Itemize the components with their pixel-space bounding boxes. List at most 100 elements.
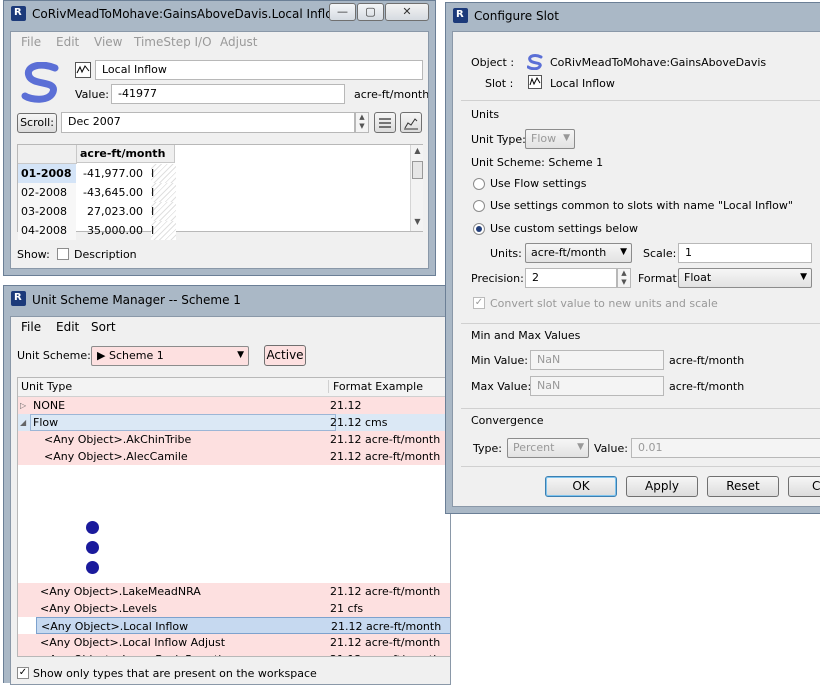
radio-use-flow[interactable] (473, 178, 485, 190)
table-row[interactable]: 01-2008 -41,977.00 I (18, 164, 410, 183)
table-row[interactable]: 03-2008 27,023.00 I (18, 202, 410, 221)
ok-button[interactable]: OK (545, 476, 617, 497)
scroll-thumb[interactable] (412, 161, 423, 179)
row-value[interactable]: -41,977.00 (77, 164, 143, 183)
table-corner (18, 145, 77, 164)
scale-field[interactable]: 1 (678, 243, 812, 263)
close-button[interactable]: ✕ (385, 3, 429, 21)
format-example: 21.12 cms (330, 416, 388, 429)
tree-row[interactable]: <Any Object>.AlecCamile 21.12 acre-ft/mon… (18, 448, 450, 465)
ellipsis-dot (86, 561, 99, 574)
slot-window-titlebar[interactable]: CoRivMeadToMohave:GainsAboveDavis.Local … (4, 1, 435, 29)
active-button[interactable]: Active (264, 345, 306, 366)
slot-name-field[interactable]: Local Inflow (95, 60, 423, 80)
value-field[interactable]: -41977 (111, 84, 345, 104)
unit-type-select[interactable]: Flow ▼ (525, 129, 575, 149)
tree-row[interactable]: <Any Object>.LakeMeadNRA 21.12 acre-ft/mo… (18, 583, 450, 600)
max-value-field[interactable]: NaN (530, 376, 664, 396)
convergence-value-field[interactable]: 0.01 (631, 438, 820, 458)
format-example: 21.12 acre-ft/month (330, 651, 440, 656)
convergence-type-select[interactable]: Percent ▼ (507, 438, 589, 458)
chevron-down-icon: ▼ (800, 272, 807, 282)
menu-adjust[interactable]: Adjust (220, 35, 258, 49)
menu-view[interactable]: View (94, 35, 122, 49)
tree-row[interactable]: <Any Object>.LowerBasinProration 21.12 ac… (18, 651, 450, 656)
radio-use-custom[interactable] (473, 223, 485, 235)
configure-slot-window: Configure Slot Object : CoRivMeadToMohav… (445, 2, 820, 514)
unit-type-name: <Any Object>.Local Inflow Adjust (40, 636, 226, 649)
row-value[interactable]: -43,645.00 (77, 183, 143, 202)
menu-sort[interactable]: Sort (91, 320, 116, 334)
unit-scheme-select[interactable]: ▶ Scheme 1 ▼ (91, 346, 249, 366)
slot-type-icon (528, 75, 542, 89)
object-label: Object : (471, 56, 515, 69)
min-value-field[interactable]: NaN (530, 350, 664, 370)
reset-button[interactable]: Reset (707, 476, 779, 497)
plot-icon[interactable] (400, 112, 422, 133)
units-select[interactable]: acre-ft/month ▼ (525, 243, 632, 263)
minimize-button[interactable]: — (329, 3, 356, 21)
show-only-checkbox[interactable]: ✓ (17, 667, 29, 679)
format-select[interactable]: Float ▼ (678, 268, 812, 288)
min-value-label: Min Value: (471, 354, 528, 367)
chevron-down-icon: ▼ (620, 247, 627, 257)
precision-spinner[interactable]: ▲ ▼ (617, 268, 631, 288)
tree-row[interactable]: <Any Object>.Levels 21 cfs (18, 600, 450, 617)
tree-row[interactable]: <Any Object>.AkChinTribe 21.12 acre-ft/mo… (18, 431, 450, 448)
column-header[interactable]: acre-ft/month (77, 145, 175, 163)
divider (461, 408, 820, 409)
table-scrollbar[interactable]: ▲ ▼ (410, 145, 423, 231)
row-value[interactable]: 35,000.00 (77, 221, 143, 240)
unit-type-name: NONE (33, 399, 66, 412)
precision-label: Precision: (471, 272, 524, 285)
date-spinner[interactable]: ▲ ▼ (355, 112, 369, 133)
divider (461, 323, 820, 324)
convergence-group-title: Convergence (471, 414, 544, 427)
configure-title: Configure Slot (474, 9, 559, 23)
expand-arrow-icon[interactable]: ▷ (20, 397, 26, 414)
maximize-button[interactable]: ▢ (357, 3, 384, 21)
table-row[interactable]: 04-2008 35,000.00 I (18, 221, 410, 240)
radio-use-custom-label: Use custom settings below (490, 222, 638, 235)
slot-table: acre-ft/month 01-2008 -41,977.00 I 02-2008-… (17, 144, 423, 240)
chevron-down-icon: ▼ (237, 350, 244, 360)
precision-field[interactable]: 2 (525, 268, 617, 288)
slot-value: Local Inflow (550, 77, 615, 90)
menu-file[interactable]: File (21, 320, 41, 334)
divider (461, 100, 820, 101)
minmax-group-title: Min and Max Values (471, 329, 581, 342)
collapse-arrow-icon[interactable]: ◢ (20, 414, 26, 431)
col-format-example[interactable]: Format Example (328, 380, 423, 393)
row-value[interactable]: 27,023.00 (77, 202, 143, 221)
tree-row[interactable]: ▷ NONE 21.12 (18, 397, 450, 414)
usm-titlebar[interactable]: Unit Scheme Manager -- Scheme 1 (4, 286, 449, 314)
object-s-icon (527, 54, 543, 70)
chevron-down-icon: ▼ (563, 133, 570, 143)
table-row[interactable]: 02-2008 -43,645.00 I (18, 183, 410, 202)
scroll-up-arrow[interactable]: ▲ (411, 146, 424, 158)
cancel-button[interactable]: Ca (788, 476, 820, 497)
tree-row[interactable]: ◢ Flow 21.12 cms (18, 414, 450, 431)
scroll-date-field[interactable]: Dec 2007 (61, 112, 355, 133)
menu-file[interactable]: File (21, 35, 41, 49)
convert-checkbox[interactable]: ✓ (473, 297, 485, 309)
format-example: 21.12 acre-ft/month (330, 433, 441, 446)
col-unit-type[interactable]: Unit Type (21, 380, 72, 393)
radio-use-common[interactable] (473, 200, 485, 212)
unit-type-tree: Unit Type Format Example ▷ NONE 21.12 ◢ Flow… (17, 377, 450, 657)
apply-button[interactable]: Apply (626, 476, 698, 497)
unit-scheme-label: Unit Scheme: (17, 349, 91, 362)
menu-edit[interactable]: Edit (56, 320, 79, 334)
list-view-icon[interactable] (374, 112, 396, 133)
max-value-units: acre-ft/month (669, 380, 745, 393)
menu-timestep-io[interactable]: TimeStep I/O (134, 35, 212, 49)
menu-edit[interactable]: Edit (56, 35, 79, 49)
tree-row[interactable]: <Any Object>.Local Inflow Adjust 21.12 ac… (18, 634, 450, 651)
tree-row[interactable]: <Any Object>.Local Inflow 21.12 acre-ft/m… (36, 617, 450, 634)
scroll-down-arrow[interactable]: ▼ (411, 217, 424, 229)
tree-header: Unit Type Format Example (18, 378, 450, 397)
configure-titlebar[interactable]: Configure Slot (446, 3, 820, 31)
scroll-button[interactable]: Scroll: (17, 113, 57, 133)
description-checkbox[interactable] (57, 248, 69, 260)
riverware-app-icon (11, 6, 26, 21)
